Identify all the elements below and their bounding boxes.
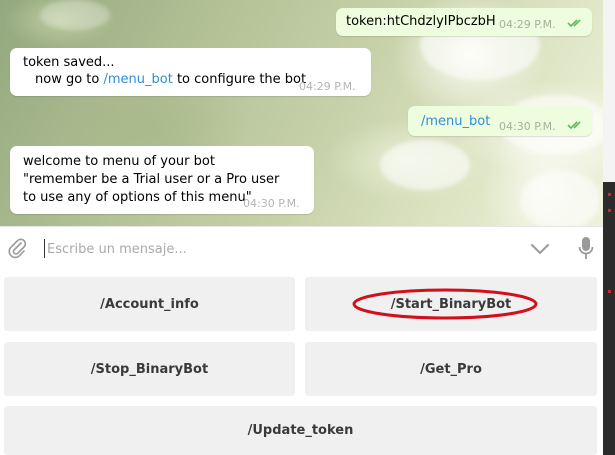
paperclip-icon[interactable] [7, 237, 27, 259]
bot-reply-keyboard: /Account_info /Start_BinaryBot /Stop_Bin… [0, 270, 603, 455]
message-time: 04:29 P.M. [299, 80, 356, 93]
chevron-down-icon[interactable] [529, 242, 551, 256]
read-ticks-icon [567, 19, 581, 28]
message-text-line: to use any of options of this menu" [23, 190, 252, 205]
adjacent-window-edge [603, 0, 615, 455]
message-command-link[interactable]: /menu_bot [421, 113, 490, 130]
menu-bot-command-link[interactable]: /menu_bot [103, 72, 172, 87]
button-label: /Stop_BinaryBot [90, 361, 209, 377]
message-text-line: welcome to menu of your bot [23, 154, 215, 169]
message-bubble-incoming[interactable]: token saved... now go to /menu_bot to co… [10, 48, 371, 96]
message-bubble-outgoing[interactable]: /menu_bot 04:30 P.M. [408, 106, 592, 136]
account-info-button[interactable]: /Account_info [4, 277, 295, 331]
start-binarybot-button[interactable]: /Start_BinaryBot [305, 277, 597, 331]
update-token-button[interactable]: /Update_token [4, 406, 597, 455]
message-text-fragment: to configure the bot [172, 72, 307, 87]
highlight-circle-annotation [352, 288, 538, 320]
get-pro-button[interactable]: /Get_Pro [305, 342, 597, 396]
chat-history: token:htChdzlyIPbczbH 04:29 P.M. token s… [0, 0, 603, 226]
message-time: 04:29 P.M. [499, 18, 556, 31]
message-time: 04:30 P.M. [499, 120, 556, 133]
button-label: /Update_token [247, 423, 354, 438]
microphone-icon[interactable] [577, 235, 595, 263]
message-text-fragment: now go to [35, 72, 104, 87]
message-composer [0, 226, 603, 270]
message-text: token:htChdzlyIPbczbH [346, 14, 496, 29]
message-text-line: now go to /menu_bot to configure the bot [35, 71, 306, 88]
stop-binarybot-button[interactable]: /Stop_BinaryBot [4, 342, 295, 396]
read-ticks-icon [567, 121, 581, 130]
message-time: 04:30 P.M. [243, 197, 300, 210]
button-label: /Account_info [100, 296, 199, 312]
message-input[interactable] [47, 238, 507, 260]
message-bubble-incoming[interactable]: welcome to menu of your bot "remember be… [10, 146, 314, 214]
message-bubble-outgoing[interactable]: token:htChdzlyIPbczbH 04:29 P.M. [336, 8, 592, 36]
message-text-line: "remember be a Trial user or a Pro user [23, 172, 280, 187]
button-label: /Get_Pro [420, 361, 482, 377]
message-text-line: token saved... [23, 55, 115, 70]
